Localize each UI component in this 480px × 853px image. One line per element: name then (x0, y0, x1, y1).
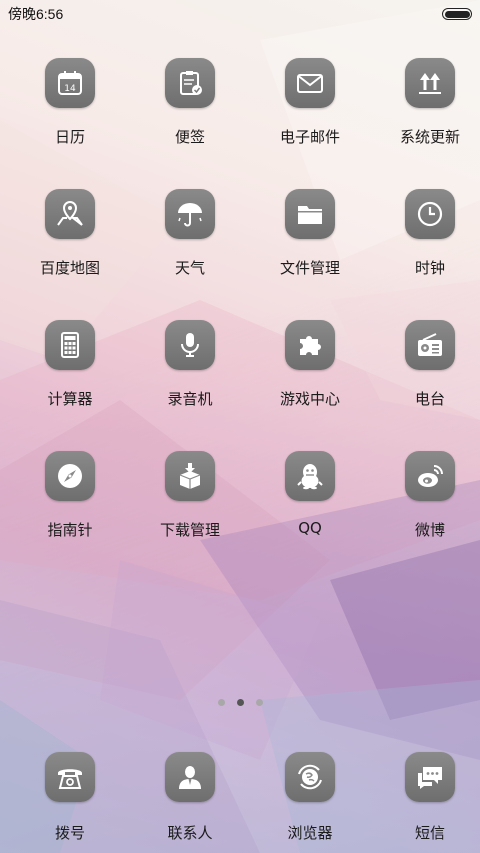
app-files[interactable]: 文件管理 (250, 181, 370, 312)
app-notes[interactable]: 便签 (130, 50, 250, 181)
app-label: 联系人 (167, 824, 213, 842)
dock-messages[interactable]: 短信 (370, 748, 480, 843)
map-icon (45, 189, 95, 239)
app-label: 百度地图 (39, 259, 100, 277)
radio-icon (405, 320, 455, 370)
app-mail[interactable]: 电子邮件 (250, 50, 370, 181)
app-label: 拨号 (54, 824, 85, 842)
folder-icon (285, 189, 335, 239)
puzzle-icon (285, 320, 335, 370)
calendar-icon: 14 (45, 58, 95, 108)
app-label: 文件管理 (279, 259, 340, 277)
app-label: 日历 (54, 128, 85, 146)
app-label: 浏览器 (287, 824, 333, 842)
dock-phone[interactable]: 拨号 (10, 748, 130, 843)
calculator-icon (45, 320, 95, 370)
app-qq[interactable]: QQ (250, 443, 370, 574)
app-label: 录音机 (167, 390, 213, 408)
status-bar: 傍晚6:56 (0, 0, 480, 28)
app-label: 时钟 (414, 259, 445, 277)
page-dot[interactable] (255, 699, 263, 706)
app-game-center[interactable]: 游戏中心 (250, 312, 370, 443)
app-label: 指南针 (47, 521, 93, 539)
dock-browser[interactable]: 浏览器 (250, 748, 370, 843)
app-label: 系统更新 (399, 128, 460, 146)
status-time: 傍晚6:56 (8, 6, 64, 22)
app-label: 计算器 (47, 390, 93, 408)
penguin-icon (285, 451, 335, 501)
download-box-icon (165, 451, 215, 501)
app-label: 下载管理 (159, 521, 220, 539)
app-label: 电子邮件 (279, 128, 340, 146)
dock-contacts[interactable]: 联系人 (130, 748, 250, 843)
app-weibo[interactable]: 微博 (370, 443, 480, 574)
update-icon (405, 58, 455, 108)
message-icon (405, 752, 455, 802)
app-downloads[interactable]: 下载管理 (130, 443, 250, 574)
page-dot-active[interactable] (236, 699, 244, 706)
app-label: 微博 (414, 521, 445, 539)
app-label: 便签 (174, 128, 205, 146)
app-update[interactable]: 系统更新 (370, 50, 480, 181)
app-label: QQ (298, 519, 322, 537)
mail-icon (285, 58, 335, 108)
page-dot[interactable] (217, 699, 225, 706)
phone-icon (45, 752, 95, 802)
app-clock[interactable]: 时钟 (370, 181, 480, 312)
browser-icon (285, 752, 335, 802)
page-indicator (0, 699, 480, 706)
app-recorder[interactable]: 录音机 (130, 312, 250, 443)
clock-icon (405, 189, 455, 239)
app-label: 游戏中心 (279, 390, 340, 408)
weibo-icon (405, 451, 455, 501)
umbrella-icon (165, 189, 215, 239)
battery-icon (442, 8, 472, 20)
app-map[interactable]: 百度地图 (10, 181, 130, 312)
app-label: 电台 (414, 390, 445, 408)
compass-icon (45, 451, 95, 501)
app-weather[interactable]: 天气 (130, 181, 250, 312)
app-compass[interactable]: 指南针 (10, 443, 130, 574)
microphone-icon (165, 320, 215, 370)
contact-icon (165, 752, 215, 802)
app-label: 短信 (414, 824, 445, 842)
svg-text:14: 14 (64, 84, 76, 94)
app-grid: 14 日历 便签 电子邮件 系统更新 百度地图 天气 文件管理 时钟 计算器 录… (0, 50, 480, 574)
app-label: 天气 (174, 259, 205, 277)
notes-icon (165, 58, 215, 108)
app-calculator[interactable]: 计算器 (10, 312, 130, 443)
dock: 拨号 联系人 浏览器 短信 (0, 748, 480, 843)
app-radio[interactable]: 电台 (370, 312, 480, 443)
app-calendar[interactable]: 14 日历 (10, 50, 130, 181)
